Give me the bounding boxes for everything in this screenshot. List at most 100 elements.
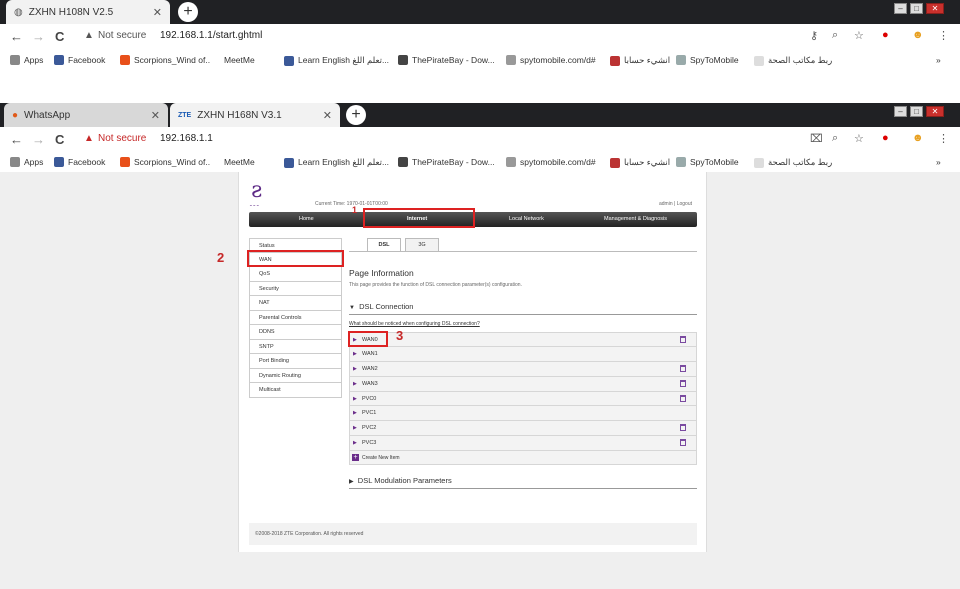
dsl-modulation-header[interactable]: ▶ DSL Modulation Parameters — [349, 476, 452, 485]
more-bookmarks-icon[interactable]: » — [936, 157, 941, 167]
browser1-maximize-button[interactable]: □ — [910, 3, 923, 14]
bookmark-item[interactable]: SpyToMobile — [676, 157, 739, 167]
bookmark-item[interactable]: spytomobile.com/d# — [506, 55, 596, 65]
bookmark-item[interactable]: Apps — [10, 157, 43, 167]
add-icon: + — [352, 454, 359, 462]
warning-icon[interactable]: ▲ — [84, 30, 94, 41]
new-tab-button[interactable]: + — [346, 105, 366, 125]
close-tab-icon[interactable]: ✕ — [323, 109, 332, 122]
connection-row-wan1[interactable]: ▶ WAN1 — [349, 346, 697, 362]
profile-icon[interactable]: ☻ — [912, 29, 924, 41]
bookmark-icon — [754, 157, 764, 168]
bookmark-item[interactable]: MeetMe — [210, 157, 255, 167]
bookmark-item[interactable]: MeetMe — [210, 55, 255, 65]
translate-icon[interactable]: ⌧ — [810, 132, 823, 145]
sidebar-item-nat[interactable]: NAT — [249, 296, 342, 311]
bookmark-item[interactable]: spytomobile.com/d# — [506, 157, 596, 167]
delete-icon[interactable] — [680, 424, 686, 432]
collapse-icon: ▼ — [349, 305, 355, 311]
browser1-minimize-button[interactable]: – — [894, 3, 907, 14]
back-icon[interactable]: ← — [10, 29, 23, 44]
close-tab-icon[interactable]: ✕ — [153, 6, 162, 19]
connection-row-pvc1[interactable]: ▶ PVC1 — [349, 406, 697, 422]
maximize-button[interactable]: □ — [910, 106, 923, 117]
delete-icon[interactable] — [680, 394, 686, 402]
minimize-button[interactable]: – — [894, 106, 907, 117]
connection-row-wan3[interactable]: ▶ WAN3 — [349, 376, 697, 392]
forward-icon[interactable]: → — [32, 132, 45, 147]
bookmark-item[interactable]: Scorpions_Wind of... — [120, 55, 212, 65]
bookmark-item[interactable]: Learn English تعلم اللغ... — [284, 55, 389, 66]
sidebar-item-ddns[interactable]: DDNS — [249, 325, 342, 340]
notice-link[interactable]: What should be noticed when configuring … — [349, 321, 480, 327]
highlight-wan0 — [348, 331, 388, 347]
sidebar-item-multicast[interactable]: Multicast — [249, 383, 342, 398]
reload-icon[interactable]: C — [55, 132, 64, 147]
profile-icon[interactable]: ☻ — [912, 132, 924, 144]
bookmark-item[interactable]: انشيء حسابا — [610, 157, 670, 168]
more-bookmarks-icon[interactable]: » — [936, 55, 941, 65]
browser1-close-button[interactable]: ✕ — [926, 3, 944, 14]
dsl-connection-header[interactable]: ▼ DSL Connection — [349, 302, 413, 311]
url-field[interactable]: 192.168.1.1 — [160, 133, 213, 144]
delete-icon[interactable] — [680, 336, 686, 343]
bookmark-item[interactable]: Apps — [10, 55, 43, 65]
menu-management-diagnosis[interactable]: Management & Diagnosis — [604, 216, 667, 222]
sidebar-item-dynamic-routing[interactable]: Dynamic Routing — [249, 368, 342, 383]
tab-3g[interactable]: 3G — [405, 238, 439, 251]
delete-icon[interactable] — [680, 379, 686, 387]
bookmark-item[interactable]: Facebook — [54, 157, 105, 167]
bookmark-item[interactable]: ربط مكاتب الصحة — [754, 157, 832, 168]
connection-row-wan2[interactable]: ▶ WAN2 — [349, 361, 697, 377]
delete-icon[interactable] — [680, 439, 686, 447]
url-field[interactable]: 192.168.1.1/start.ghtml — [160, 30, 262, 41]
bookmark-item[interactable]: SpyToMobile — [676, 55, 739, 65]
menu-home[interactable]: Home — [299, 216, 314, 222]
sidebar-item-qos[interactable]: QoS — [249, 267, 342, 282]
bookmark-label: ربط مكاتب الصحة — [768, 157, 833, 167]
sidebar-item-port-binding[interactable]: Port Binding — [249, 354, 342, 369]
sidebar-item-parental-controls[interactable]: Parental Controls — [249, 310, 342, 325]
connection-row-pvc3[interactable]: ▶ PVC3 — [349, 436, 697, 452]
new-tab-button[interactable]: + — [178, 2, 198, 22]
menu-local-network[interactable]: Local Network — [509, 216, 544, 222]
delete-icon[interactable] — [680, 364, 686, 372]
bookmark-item[interactable]: Scorpions_Wind of... — [120, 157, 212, 167]
menu-icon[interactable]: ⋮ — [938, 132, 949, 145]
bookmark-icon — [210, 55, 220, 65]
bookmark-item[interactable]: ThePirateBay - Dow... — [398, 157, 495, 167]
security-label[interactable]: Not secure — [98, 30, 146, 41]
browser2-bookmarks-bar: Apps Facebook Scorpions_Wind of... MeetMe Le… — [0, 152, 960, 174]
close-tab-icon[interactable]: ✕ — [151, 109, 160, 122]
connection-row-pvc0[interactable]: ▶ PVC0 — [349, 391, 697, 407]
opera-icon[interactable]: ● — [882, 132, 889, 144]
connection-row-pvc2[interactable]: ▶ PVC2 — [349, 421, 697, 437]
bookmark-item[interactable]: Facebook — [54, 55, 105, 65]
browser1-tab[interactable]: ◍ ZXHN H108N V2.5 ✕ — [6, 0, 170, 24]
warning-icon[interactable]: ▲ — [84, 133, 94, 144]
tab-dsl[interactable]: DSL — [367, 238, 401, 251]
bookmark-item[interactable]: Learn English تعلم اللغ... — [284, 157, 389, 168]
reload-icon[interactable]: C — [55, 29, 64, 44]
star-icon[interactable]: ☆ — [854, 132, 864, 145]
zoom-icon[interactable]: ⌕ — [832, 132, 838, 145]
logout-link[interactable]: Logout — [677, 201, 692, 207]
sidebar-item-security[interactable]: Security — [249, 281, 342, 296]
star-icon[interactable]: ☆ — [854, 29, 864, 42]
back-icon[interactable]: ← — [10, 132, 23, 147]
bookmark-label: SpyToMobile — [690, 55, 739, 65]
bookmark-item[interactable]: ThePirateBay - Dow... — [398, 55, 495, 65]
key-icon[interactable]: ⚷ — [810, 29, 818, 42]
close-window-button[interactable]: ✕ — [926, 106, 944, 117]
opera-icon[interactable]: ● — [882, 29, 889, 41]
forward-icon[interactable]: → — [32, 29, 45, 44]
menu-icon[interactable]: ⋮ — [938, 29, 949, 42]
router-tab[interactable]: ZTE ZXHN H168N V3.1 ✕ — [170, 103, 340, 127]
bookmark-item[interactable]: ربط مكاتب الصحة — [754, 55, 832, 66]
sidebar-item-sntp[interactable]: SNTP — [249, 339, 342, 354]
security-label[interactable]: Not secure — [98, 133, 146, 144]
zoom-icon[interactable]: ⌕ — [832, 29, 838, 42]
whatsapp-tab[interactable]: ● WhatsApp ✕ — [4, 103, 168, 127]
create-new-item-button[interactable]: + Create New Item — [349, 451, 697, 466]
bookmark-item[interactable]: انشيء حسابا — [610, 55, 670, 66]
